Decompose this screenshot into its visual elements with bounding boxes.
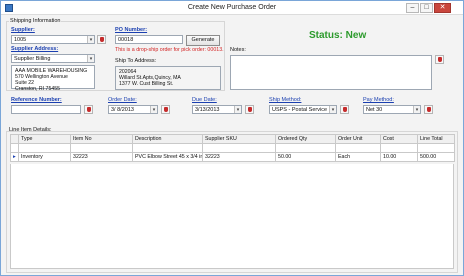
filter-cell[interactable] xyxy=(380,143,418,153)
chevron-down-icon[interactable]: ▾ xyxy=(87,36,94,43)
status-text: Status: New xyxy=(309,30,367,41)
column-header[interactable]: Ordered Qty xyxy=(275,134,336,144)
supplier-address-label[interactable]: Supplier Address: xyxy=(11,46,58,52)
cell-cost[interactable]: 10.00 xyxy=(380,152,418,162)
column-header[interactable]: Supplier SKU xyxy=(202,134,276,144)
close-button[interactable]: ✕ xyxy=(434,3,451,13)
generate-button[interactable]: Generate xyxy=(186,35,220,46)
reference-number-field[interactable] xyxy=(11,105,81,114)
due-date-value: 3/13/2013 xyxy=(195,107,220,113)
supplier-value: 1005 xyxy=(14,37,27,43)
supplier-address-select[interactable]: Supplier Billing ▾ xyxy=(11,54,95,63)
ship-method-clear-icon[interactable] xyxy=(340,105,349,114)
notes-field[interactable] xyxy=(230,55,432,90)
ship-to-line: 1377 W. Cust Billing St. xyxy=(119,81,174,87)
column-header[interactable]: Cost xyxy=(380,134,418,144)
due-date-label[interactable]: Due Date: xyxy=(192,97,217,103)
chevron-down-icon[interactable]: ▾ xyxy=(413,106,420,113)
reference-clear-icon[interactable] xyxy=(84,105,93,114)
filter-cell[interactable] xyxy=(202,143,276,153)
due-date-clear-icon[interactable] xyxy=(245,105,254,114)
column-header[interactable]: Description xyxy=(132,134,203,144)
title-bar: Create New Purchase Order – □ ✕ xyxy=(1,1,463,15)
pay-method-clear-icon[interactable] xyxy=(424,105,433,114)
cell-ordered-qty[interactable]: 50.00 xyxy=(275,152,336,162)
dropship-warning: This is a drop-ship order for pick order… xyxy=(115,47,224,53)
minimize-button[interactable]: – xyxy=(406,3,419,13)
filter-row-selector xyxy=(10,143,19,153)
pay-method-label[interactable]: Pay Method: xyxy=(363,97,394,103)
supplier-address-line: Cranston, RI 75455 xyxy=(15,86,60,92)
cell-supplier-sku[interactable]: 32223 xyxy=(202,152,276,162)
maximize-button[interactable]: □ xyxy=(420,3,433,13)
filter-cell[interactable] xyxy=(70,143,133,153)
row-selector-arrow-icon[interactable]: ▸ xyxy=(10,152,19,162)
column-header[interactable]: Line Total xyxy=(417,134,455,144)
supplier-lookup-icon[interactable] xyxy=(97,35,106,44)
cell-type[interactable]: Inventory xyxy=(18,152,71,162)
supplier-field[interactable]: 1005 ▾ xyxy=(11,35,95,44)
pay-method-value: Net 30 xyxy=(366,107,383,113)
due-date-field[interactable]: 3/13/2013 ▾ xyxy=(192,105,242,114)
ship-method-label[interactable]: Ship Method: xyxy=(269,97,301,103)
ship-method-value: USPS - Postal Service xyxy=(272,107,328,113)
calendar-dropdown-icon[interactable]: ▾ xyxy=(150,106,157,113)
ship-method-select[interactable]: USPS - Postal Service ▾ xyxy=(269,105,337,114)
purchase-order-window: Create New Purchase Order – □ ✕ Shipping… xyxy=(0,0,464,276)
order-date-label[interactable]: Order Date: xyxy=(108,97,137,103)
ship-to-label: Ship To Address: xyxy=(115,58,157,64)
po-number-field[interactable]: 00018 xyxy=(115,35,183,44)
cell-line-total[interactable]: 500.00 xyxy=(417,152,455,162)
reference-number-label[interactable]: Reference Number: xyxy=(11,97,62,103)
supplier-address-select-value: Supplier Billing xyxy=(14,56,51,62)
supplier-address-box[interactable]: AAA MOBILE WAREHOUSING 570 Wellington Av… xyxy=(11,65,95,92)
supplier-label[interactable]: Supplier: xyxy=(11,27,35,33)
filter-cell[interactable] xyxy=(417,143,455,153)
filter-cell[interactable] xyxy=(132,143,203,153)
pay-method-select[interactable]: Net 30 ▾ xyxy=(363,105,421,114)
table-row[interactable]: ▸ Inventory 32223 PVC Elbow Street 45 x … xyxy=(10,152,455,162)
filter-cell[interactable] xyxy=(18,143,71,153)
table-empty-area xyxy=(10,164,454,269)
order-date-clear-icon[interactable] xyxy=(161,105,170,114)
notes-clear-icon[interactable] xyxy=(435,55,444,64)
filter-cell[interactable] xyxy=(275,143,336,153)
line-items-table: Type Item No Description Supplier SKU Or… xyxy=(10,134,455,162)
notes-label: Notes: xyxy=(230,47,246,53)
filter-row xyxy=(10,143,455,153)
order-date-field[interactable]: 3/ 8/2013 ▾ xyxy=(108,105,158,114)
row-selector-header xyxy=(10,134,19,144)
cell-item-no[interactable]: 32223 xyxy=(70,152,133,162)
column-header[interactable]: Order Unit xyxy=(335,134,381,144)
table-header-row: Type Item No Description Supplier SKU Or… xyxy=(10,134,455,144)
po-number-label[interactable]: PO Number: xyxy=(115,27,147,33)
chevron-down-icon[interactable]: ▾ xyxy=(87,55,94,62)
cell-order-unit[interactable]: Each xyxy=(335,152,381,162)
ship-to-box: 202064 Willard St.Apts,Quincy, MA 1377 W… xyxy=(115,66,221,90)
shipping-info-label: Shipping Information xyxy=(9,18,62,24)
window-title: Create New Purchase Order xyxy=(187,4,277,11)
cell-description[interactable]: PVC Elbow Street 45 x 3/4 in xyxy=(132,152,203,162)
column-header[interactable]: Type xyxy=(18,134,71,144)
order-date-value: 3/ 8/2013 xyxy=(111,107,134,113)
chevron-down-icon[interactable]: ▾ xyxy=(329,106,336,113)
filter-cell[interactable] xyxy=(335,143,381,153)
column-header[interactable]: Item No xyxy=(70,134,133,144)
calendar-dropdown-icon[interactable]: ▾ xyxy=(234,106,241,113)
